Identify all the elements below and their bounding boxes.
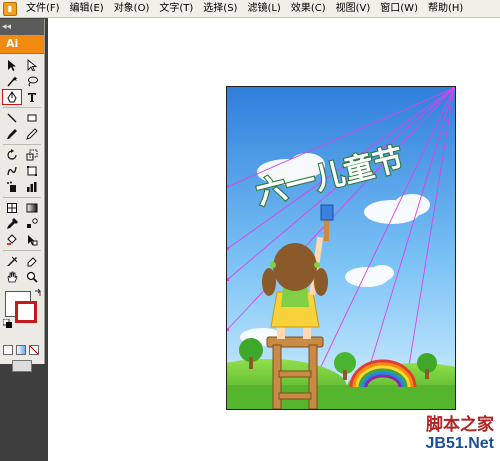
free-transform-icon: [27, 166, 37, 176]
artboard[interactable]: 六一儿童节: [226, 86, 456, 410]
symbol-sprayer-icon: [7, 181, 16, 192]
paintbrush-icon: [7, 129, 17, 139]
tool-row: [2, 232, 42, 248]
tool-row: [2, 179, 42, 195]
scale-tool[interactable]: [22, 147, 42, 163]
pen-icon: [7, 91, 17, 103]
mesh-icon: [7, 203, 17, 213]
eyedropper-tool[interactable]: [2, 216, 22, 232]
ai-logo: Ai: [0, 35, 44, 54]
line-segment-tool[interactable]: [2, 110, 22, 126]
eyedropper-icon: [7, 218, 18, 229]
rotate-icon: [7, 149, 17, 160]
color-mode-button[interactable]: [3, 345, 13, 355]
selection-tool[interactable]: [2, 57, 22, 73]
rectangle-icon: [27, 114, 37, 122]
blend-icon: [27, 218, 38, 228]
tool-grid: [0, 54, 44, 285]
tool-row: [2, 253, 42, 269]
tool-row: [2, 147, 42, 163]
watermark: 脚本之家 JB51.Net: [426, 410, 494, 453]
rotate-tool[interactable]: [2, 147, 22, 163]
eraser-tool[interactable]: [22, 253, 42, 269]
stroke-swatch[interactable]: [15, 301, 37, 323]
swap-colors-icon[interactable]: [33, 289, 43, 299]
warp-icon: [7, 166, 17, 176]
slice-tool[interactable]: [2, 253, 22, 269]
tool-row: [2, 126, 42, 142]
blend-tool[interactable]: [22, 216, 42, 232]
tool-row: [2, 57, 42, 73]
app-icon[interactable]: ▮: [3, 1, 17, 16]
toolbox-divider: [3, 250, 41, 251]
pen-tool[interactable]: [2, 89, 22, 105]
direct-selection-icon: [27, 59, 38, 71]
mesh-tool[interactable]: [2, 200, 22, 216]
none-mode-button[interactable]: [29, 345, 39, 355]
symbol-sprayer-tool[interactable]: [2, 179, 22, 195]
gradient-icon: [26, 203, 38, 213]
color-mode-row: [3, 345, 39, 355]
magic-wand-tool[interactable]: [2, 73, 22, 89]
default-colors-icon[interactable]: [3, 319, 12, 328]
toolbox-collapse-button[interactable]: ◂◂: [0, 19, 44, 35]
tool-row: [2, 163, 42, 179]
live-paint-selection-tool[interactable]: [22, 232, 42, 248]
menu-item[interactable]: 文字(T): [154, 0, 198, 18]
rectangle-tool[interactable]: [22, 110, 42, 126]
live-paint-selection-icon: [28, 235, 38, 246]
watermark-line1: 脚本之家: [426, 415, 494, 435]
tool-row: [2, 110, 42, 126]
tool-row: [2, 269, 42, 285]
menu-item[interactable]: 编辑(E): [65, 0, 109, 18]
tool-row: [2, 216, 42, 232]
menu-item[interactable]: 选择(S): [198, 0, 242, 18]
illustration: 六一儿童节: [227, 87, 455, 409]
gradient-mode-button[interactable]: [16, 345, 26, 355]
scale-icon: [26, 149, 38, 161]
toolbox-panel: ◂◂ Ai: [0, 19, 45, 372]
menu-item[interactable]: 文件(F): [21, 0, 65, 18]
gradient-tool[interactable]: [22, 200, 42, 216]
pencil-tool[interactable]: [22, 126, 42, 142]
tool-row: [2, 73, 42, 89]
menu-item[interactable]: 效果(C): [286, 0, 331, 18]
paintbrush-tool[interactable]: [2, 126, 22, 142]
toolbox-divider: [3, 144, 41, 145]
live-paint-bucket-tool[interactable]: [2, 232, 22, 248]
toolbox-divider: [3, 197, 41, 198]
live-paint-bucket-icon: [7, 234, 17, 245]
tool-row: [2, 89, 42, 105]
column-graph-icon: [27, 182, 37, 192]
eraser-icon: [27, 257, 37, 267]
hand-tool[interactable]: [2, 269, 22, 285]
lasso-icon: [28, 76, 38, 87]
type-tool[interactable]: [22, 89, 42, 105]
type-icon: [28, 93, 36, 102]
slice-icon: [7, 256, 18, 266]
pencil-icon: [26, 128, 38, 140]
lasso-tool[interactable]: [22, 73, 42, 89]
screen-mode-button[interactable]: [12, 360, 32, 372]
menu-item[interactable]: 视图(V): [331, 0, 376, 18]
magic-wand-icon: [7, 76, 18, 87]
toolbox-divider: [3, 107, 41, 108]
selection-icon: [8, 60, 16, 71]
menu-item[interactable]: 滤镜(L): [242, 0, 285, 18]
menu-item[interactable]: 窗口(W): [375, 0, 423, 18]
menu-item[interactable]: 对象(O): [109, 0, 155, 18]
zoom-tool[interactable]: [22, 269, 42, 285]
free-transform-tool[interactable]: [22, 163, 42, 179]
zoom-icon: [26, 271, 38, 283]
watermark-line2: JB51.Net: [425, 435, 494, 452]
direct-selection-tool[interactable]: [22, 57, 42, 73]
tool-row: [2, 200, 42, 216]
column-graph-tool[interactable]: [22, 179, 42, 195]
line-segment-icon: [7, 113, 17, 123]
warp-tool[interactable]: [2, 163, 22, 179]
color-swatches: [3, 289, 43, 339]
hand-icon: [7, 271, 18, 283]
menu-bar: ▮ 文件(F) 编辑(E) 对象(O) 文字(T) 选择(S) 滤镜(L) 效果(C) 视图(…: [0, 0, 500, 18]
menu-item[interactable]: 帮助(H): [423, 0, 468, 18]
